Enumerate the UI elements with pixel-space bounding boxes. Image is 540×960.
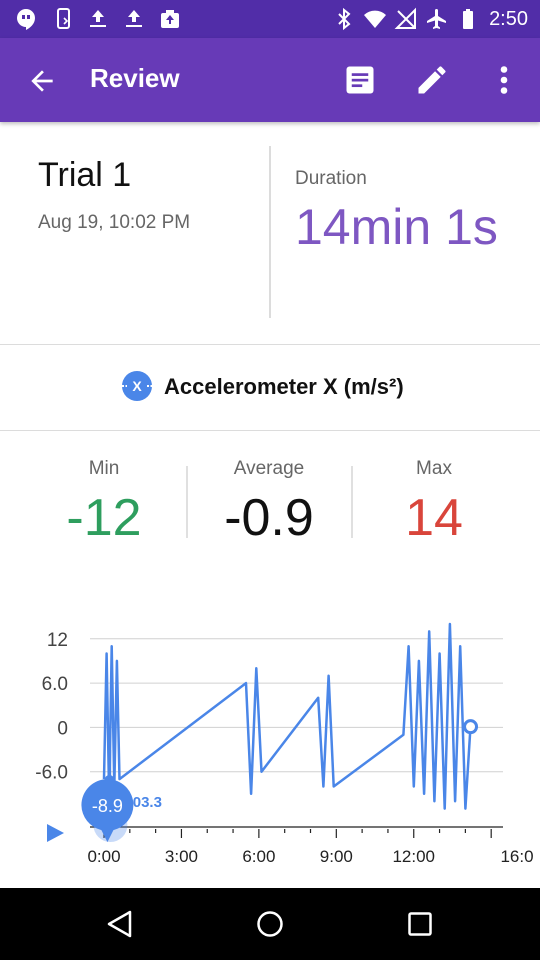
value-bubble-label: -8.9 (92, 796, 123, 816)
edit-icon[interactable] (414, 62, 450, 98)
x-tick-label: 6:00 (242, 847, 275, 866)
status-time: 2:50 (489, 8, 528, 30)
notes-icon[interactable] (342, 62, 378, 98)
hangouts-icon (17, 9, 35, 30)
stat-max-value: 14 (405, 489, 463, 547)
duration-value: 14min 1s (295, 199, 498, 255)
stat-max-label: Max (416, 458, 452, 479)
sensor-row[interactable]: X Accelerometer X (m/s²) (0, 344, 540, 431)
app-bar: Review (0, 38, 540, 122)
y-tick-label: -6.0 (35, 763, 68, 784)
x-tick-label: 16:0 (500, 847, 533, 866)
stat-divider (186, 466, 188, 538)
x-tick-label: 3:00 (165, 847, 198, 866)
stat-divider (351, 466, 353, 538)
trial-date: Aug 19, 10:02 PM (38, 212, 191, 233)
nav-home-icon[interactable] (252, 906, 288, 942)
navigation-bar (0, 888, 540, 960)
upload-icon (126, 10, 142, 27)
duration-label: Duration (295, 168, 367, 189)
back-arrow-icon[interactable] (26, 65, 58, 97)
no-signal-icon (394, 7, 416, 29)
page-title: Review (90, 63, 180, 93)
x-tick-label: 0:00 (87, 847, 120, 866)
status-bar: 2:50 (0, 0, 540, 38)
nav-back-icon[interactable] (102, 906, 138, 942)
nav-recents-icon[interactable] (402, 906, 438, 942)
photos-upload-icon (161, 10, 179, 28)
x-tick-label: 9:00 (320, 847, 353, 866)
trial-name: Trial 1 (38, 156, 132, 194)
stat-min-label: Min (88, 458, 120, 479)
stat-average: Average -0.9 (189, 458, 349, 548)
wifi-icon (364, 10, 386, 28)
accelerometer-x-icon: X (122, 371, 152, 401)
stat-average-value: -0.9 (224, 489, 314, 547)
bluetooth-icon (338, 7, 351, 31)
sensor-label: Accelerometer X (m/s²) (164, 374, 404, 399)
y-tick-label: 0 (57, 718, 68, 739)
battery-icon (463, 9, 473, 29)
stat-max: Max 14 (354, 458, 514, 548)
end-marker (463, 719, 479, 735)
more-vert-icon[interactable] (486, 62, 522, 98)
stat-average-label: Average (233, 458, 305, 479)
x-tick-label: 12:00 (392, 847, 435, 866)
series-line (102, 622, 472, 810)
y-tick-label: 12 (47, 630, 68, 651)
svg-text:X: X (132, 378, 142, 394)
stat-min-value: -12 (66, 489, 142, 547)
airplane-icon (427, 9, 446, 29)
upload-icon (90, 10, 106, 27)
stat-min: Min -12 (24, 458, 184, 548)
trial-header: Trial 1 Aug 19, 10:02 PM Duration 14min … (0, 122, 540, 345)
header-divider (269, 146, 271, 318)
play-icon[interactable] (47, 824, 64, 842)
sensor-chart[interactable]: 126.00-6.0 0:00 3:00 6:00 9:00 12:00 16:0 0:0… (0, 590, 540, 880)
phone-sync-icon (57, 8, 70, 29)
y-tick-label: 6.0 (42, 674, 68, 695)
